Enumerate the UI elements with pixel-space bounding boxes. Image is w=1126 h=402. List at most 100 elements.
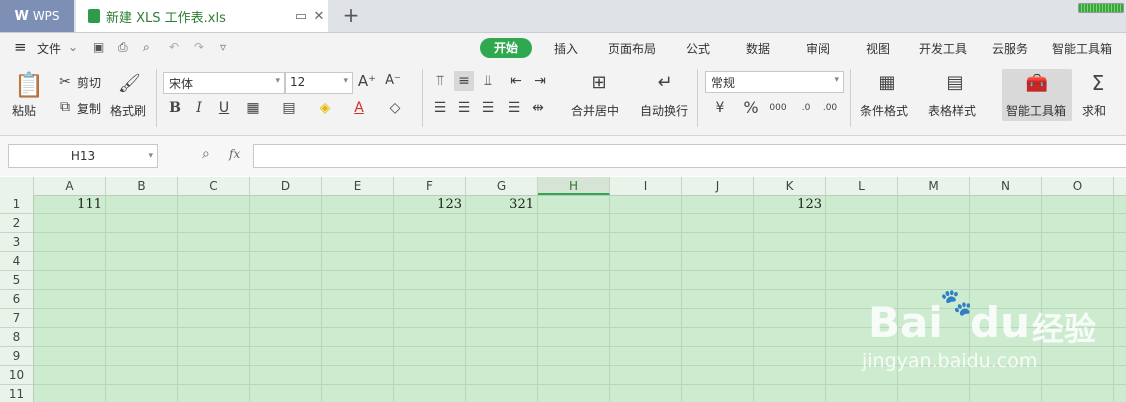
row-header-8[interactable]: 8 [0,328,34,347]
document-tab[interactable]: 新建 XLS 工作表.xls ▭ ✕ [76,0,328,32]
copy-button[interactable]: 复制 [77,100,101,117]
tab-view[interactable]: 视图 [866,40,890,57]
column-header-c[interactable]: C [178,177,250,195]
row-header-2[interactable]: 2 [0,214,34,233]
align-bottom-icon[interactable]: ⫫ [478,71,498,91]
clear-format-icon[interactable]: ◇ [384,98,406,118]
paste-icon[interactable]: 📋 [14,71,44,99]
merge-center-button[interactable]: 合并居中 [571,102,619,119]
currency-icon[interactable]: ¥ [708,98,732,118]
smart-toolbox-button[interactable]: 🧰 智能工具箱 [1002,69,1072,121]
justify-icon[interactable]: ☰ [504,98,524,118]
row-header-11[interactable]: 11 [0,385,34,402]
tab-review[interactable]: 审阅 [806,40,830,57]
select-all-corner[interactable] [0,177,34,195]
fill-pattern-icon[interactable]: ▤ [278,98,300,118]
restore-window-icon[interactable]: ▭ [292,9,310,24]
auto-wrap-button[interactable]: 自动换行 [640,102,688,119]
tab-cloud[interactable]: 云服务 [992,40,1028,57]
quick-access-dropdown-icon[interactable]: ▿ [220,40,226,54]
sum-icon[interactable]: Σ [1086,71,1110,95]
wps-home-tab[interactable]: W WPS [0,0,74,32]
font-color-icon[interactable]: A [348,98,370,118]
table-style-button[interactable]: 表格样式 [928,102,976,119]
tab-smart-toolbox[interactable]: 智能工具箱 [1052,40,1112,57]
cut-button[interactable]: 剪切 [77,74,101,91]
cell-f1[interactable]: 123 [394,195,466,214]
name-box[interactable]: H13 ▾ [8,144,158,168]
cell-a1[interactable]: 111 [34,195,106,214]
column-header-e[interactable]: E [322,177,394,195]
column-header-o[interactable]: O [1042,177,1114,195]
file-menu[interactable]: 文件 [37,40,61,57]
print-preview-icon[interactable]: ⌕ [143,40,150,55]
tab-insert[interactable]: 插入 [554,40,578,57]
conditional-format-icon[interactable]: ▦ [874,71,900,95]
column-header-g[interactable]: G [466,177,538,195]
decrease-indent-icon[interactable]: ⇤ [506,71,526,91]
merge-center-icon[interactable]: ⊞ [586,71,612,95]
format-painter-button[interactable]: 格式刷 [110,102,146,119]
function-button[interactable]: fx [229,147,240,161]
font-name-select[interactable]: 宋体 ▾ [163,72,285,94]
save-icon[interactable]: ▣ [93,40,104,54]
hamburger-menu-icon[interactable]: ≡ [14,38,27,56]
align-center-icon[interactable]: ☰ [454,98,474,118]
row-header-10[interactable]: 10 [0,366,34,385]
column-header-k[interactable]: K [754,177,826,195]
conditional-format-button[interactable]: 条件格式 [860,102,908,119]
undo-icon[interactable]: ↶ [169,40,179,54]
align-middle-icon[interactable]: ≡ [454,71,474,91]
increase-indent-icon[interactable]: ⇥ [530,71,550,91]
file-menu-chevron-down-icon[interactable]: ⌄ [68,40,78,54]
percent-button[interactable]: % [740,98,762,118]
align-right-icon[interactable]: ☰ [478,98,498,118]
row-header-7[interactable]: 7 [0,309,34,328]
close-tab-icon[interactable]: ✕ [310,9,328,24]
number-format-select[interactable]: 常规 ▾ [705,71,844,93]
border-icon[interactable]: ▦ [242,98,264,118]
row-header-3[interactable]: 3 [0,233,34,252]
formula-input[interactable] [253,144,1126,168]
decrease-decimal-icon[interactable]: .00 [820,98,840,118]
italic-button[interactable]: I [190,98,208,118]
tab-home[interactable]: 开始 [480,38,532,58]
row-header-9[interactable]: 9 [0,347,34,366]
redo-icon[interactable]: ↷ [194,40,204,54]
bold-button[interactable]: B [166,98,184,118]
table-style-icon[interactable]: ▤ [942,71,968,95]
column-header-h[interactable]: H [538,177,610,195]
new-tab-button[interactable]: + [340,4,362,26]
auto-wrap-icon[interactable]: ↵ [652,71,678,95]
column-header-i[interactable]: I [610,177,682,195]
row-header-5[interactable]: 5 [0,271,34,290]
increase-font-icon[interactable]: A⁺ [356,71,378,91]
column-header-f[interactable]: F [394,177,466,195]
distribute-icon[interactable]: ⇹ [528,98,548,118]
row-header-1[interactable]: 1 [0,195,34,214]
tab-data[interactable]: 数据 [746,40,770,57]
row-header-4[interactable]: 4 [0,252,34,271]
column-header-a[interactable]: A [34,177,106,195]
tab-page-layout[interactable]: 页面布局 [608,40,656,57]
column-header-b[interactable]: B [106,177,178,195]
cell-g1[interactable]: 321 [466,195,538,214]
format-painter-icon[interactable]: 🖌 [118,71,141,97]
thousands-separator-button[interactable]: 000 [766,98,790,118]
align-top-icon[interactable]: ⫪ [430,71,450,91]
decrease-font-icon[interactable]: A⁻ [382,71,404,91]
zoom-search-icon[interactable]: ⌕ [202,146,210,162]
column-header-d[interactable]: D [250,177,322,195]
copy-icon[interactable]: ⧉ [56,97,74,117]
sum-button[interactable]: 求和 [1082,102,1106,119]
column-header-l[interactable]: L [826,177,898,195]
print-icon[interactable]: ⎙ [118,40,128,55]
tab-developer[interactable]: 开发工具 [919,40,967,57]
cell-k1[interactable]: 123 [754,195,826,214]
row-header-6[interactable]: 6 [0,290,34,309]
align-left-icon[interactable]: ☰ [430,98,450,118]
fill-color-icon[interactable]: ◈ [314,98,336,118]
paste-button[interactable]: 粘贴 [12,102,36,119]
column-header-n[interactable]: N [970,177,1042,195]
increase-decimal-icon[interactable]: .0 [796,98,816,118]
